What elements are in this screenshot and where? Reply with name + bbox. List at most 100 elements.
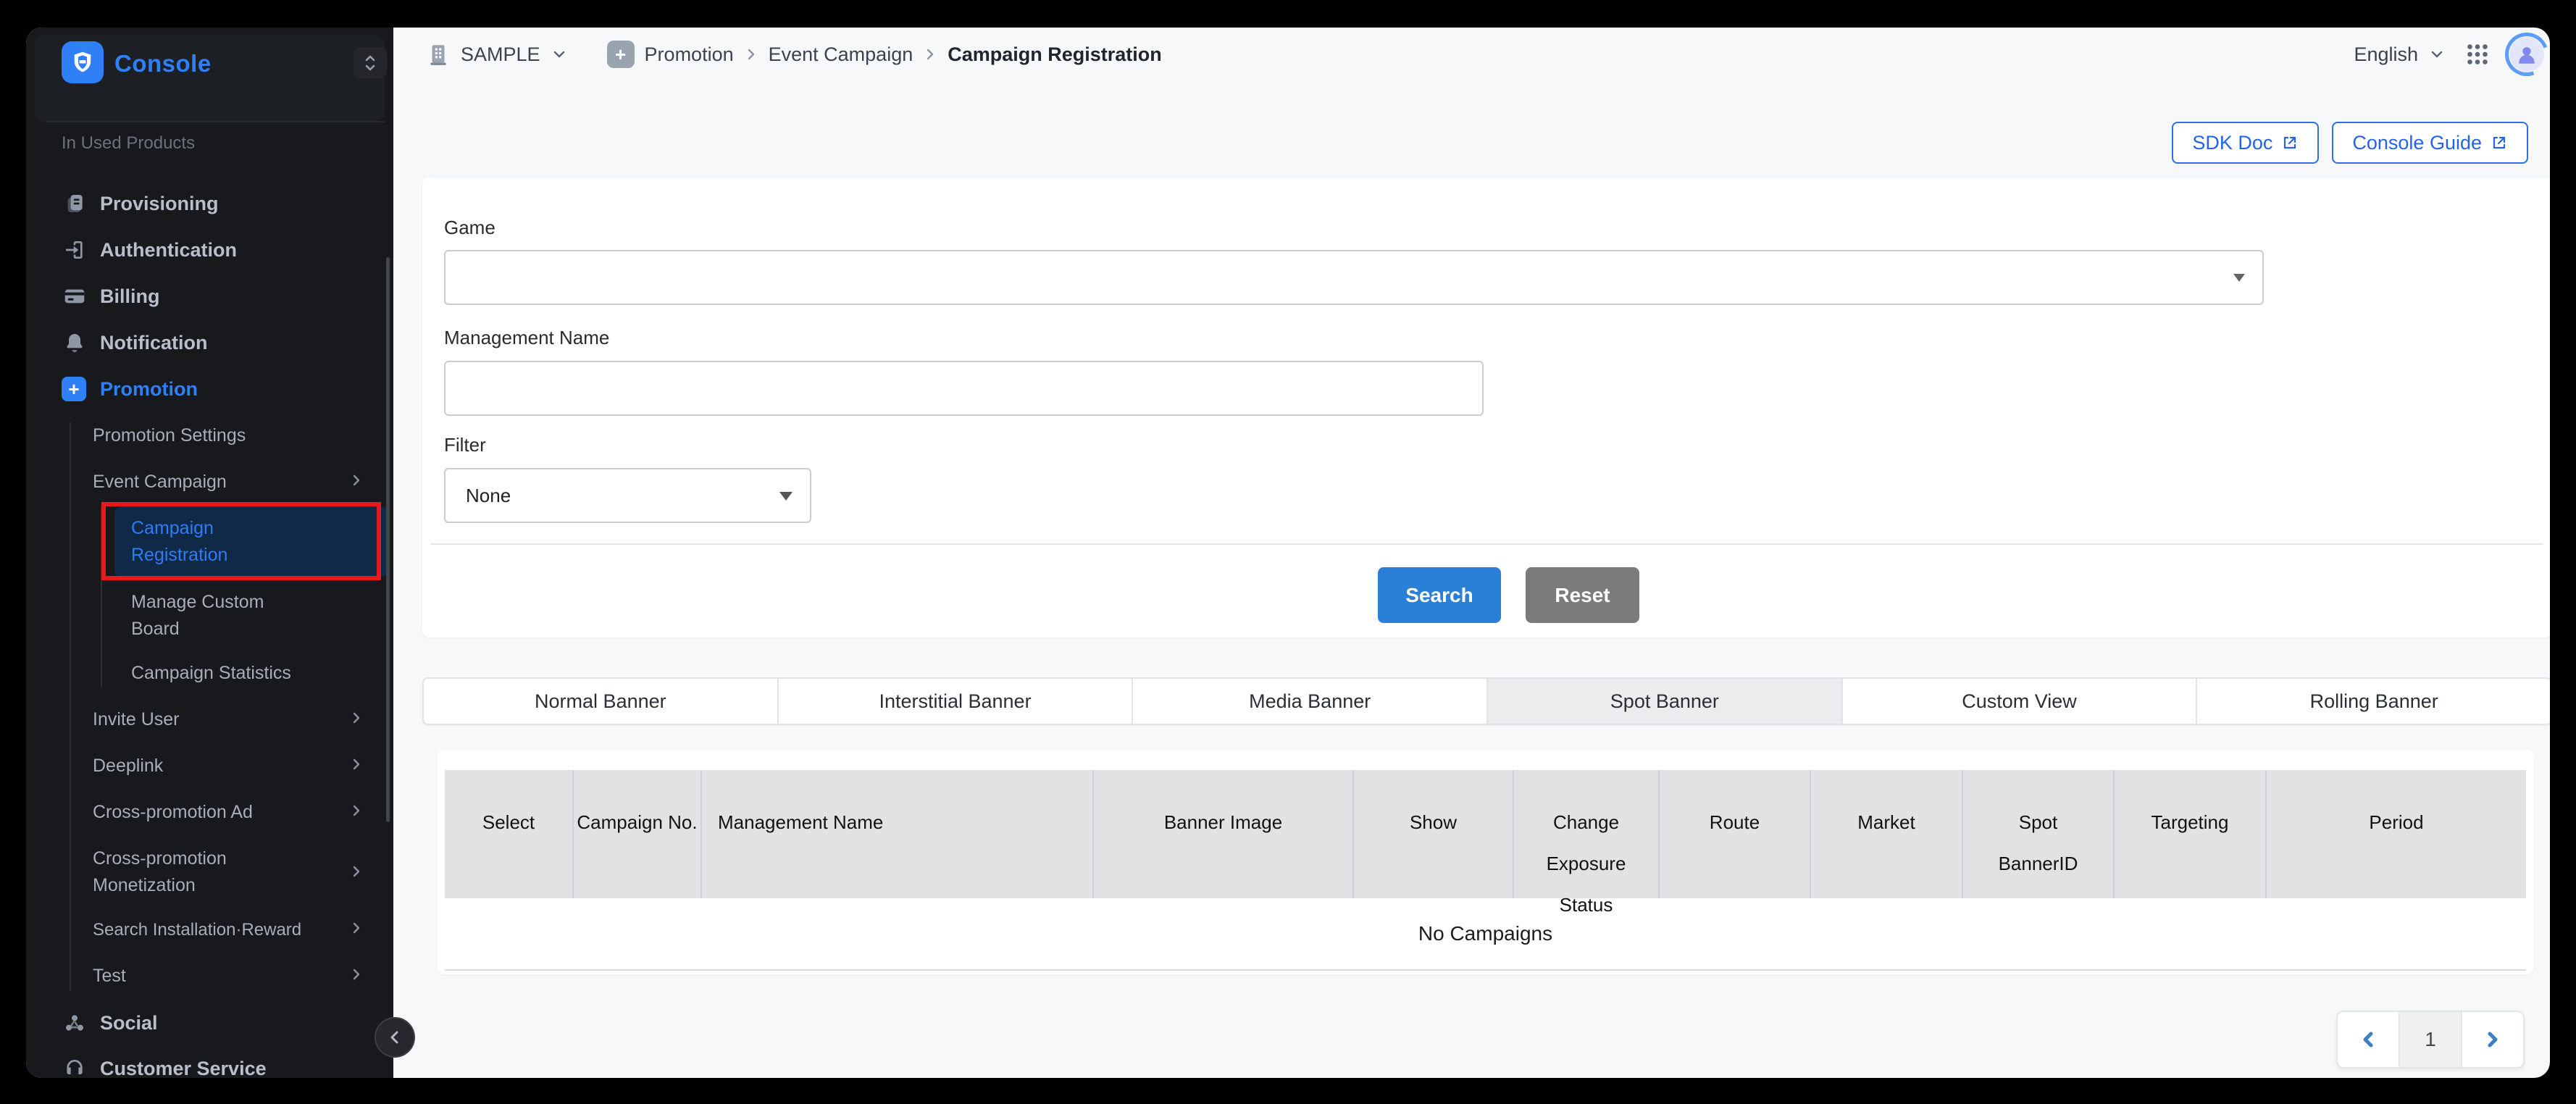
- empty-table-message: No Campaigns: [445, 898, 2526, 971]
- next-page-button[interactable]: [2462, 1012, 2523, 1067]
- sidebar-subitem-manage-custom-board[interactable]: Manage Custom Board: [26, 589, 359, 643]
- column-header-select: Select: [445, 770, 574, 898]
- chevron-right-icon: [923, 46, 937, 63]
- tab-custom-view[interactable]: Custom View: [1843, 679, 2198, 724]
- chevron-right-icon: [2483, 1029, 2502, 1050]
- sidebar-collapse-button[interactable]: [375, 1017, 415, 1058]
- topbar-breadcrumb-area: SAMPLE + Promotion Event Campaign Campai…: [426, 28, 1162, 81]
- sidebar-section-label: In Used Products: [62, 133, 195, 154]
- console-logo-icon[interactable]: [62, 41, 104, 83]
- chevron-right-icon: [350, 756, 363, 777]
- column-header-route: Route: [1660, 770, 1811, 898]
- management-name-input[interactable]: [444, 361, 1484, 416]
- apps-grid-icon[interactable]: [2464, 41, 2491, 67]
- sidebar-item-label: Provisioning: [100, 193, 219, 215]
- filter-selected-value: None: [466, 485, 511, 507]
- table-header-row: Select Campaign No. Management Name Bann…: [445, 770, 2526, 898]
- sidebar-item-authentication[interactable]: Authentication: [26, 227, 393, 273]
- organization-icon: [426, 41, 451, 67]
- search-button[interactable]: Search: [1378, 567, 1501, 623]
- chevron-right-icon: [744, 46, 758, 63]
- caret-down-icon: [2233, 274, 2245, 282]
- search-form-card: Game Management Name Filter None Search …: [422, 177, 2550, 637]
- tab-spot-banner[interactable]: Spot Banner: [1488, 679, 1843, 724]
- sidebar-subitem-cross-promotion-monetization[interactable]: Cross-promotion Monetization: [26, 845, 359, 899]
- main-content: SAMPLE + Promotion Event Campaign Campai…: [393, 28, 2550, 1078]
- promotion-breadcrumb-icon: +: [607, 41, 635, 68]
- sidebar-item-label: Billing: [100, 285, 160, 308]
- tab-rolling-banner[interactable]: Rolling Banner: [2197, 679, 2550, 724]
- column-header-management-name: Management Name: [702, 770, 1094, 898]
- subitem-label: Campaign Statistics: [131, 660, 291, 687]
- credit-card-icon: [62, 283, 88, 309]
- subitem-label: Promotion Settings: [93, 422, 246, 449]
- subitem-label: Cross-promotion Monetization: [93, 845, 267, 899]
- chevron-down-icon[interactable]: [551, 46, 568, 63]
- sidebar-subitem-invite-user[interactable]: Invite User: [26, 705, 359, 734]
- game-select[interactable]: [444, 250, 2264, 305]
- tab-interstitial-banner[interactable]: Interstitial Banner: [779, 679, 1134, 724]
- app-window: Console In Used Products Provisioning Au…: [26, 28, 2550, 1078]
- external-link-icon: [2491, 134, 2508, 151]
- sidebar-subitem-promotion-settings[interactable]: Promotion Settings: [26, 421, 359, 450]
- language-selector[interactable]: English: [2354, 43, 2446, 66]
- user-avatar[interactable]: [2509, 37, 2544, 72]
- share-icon: [62, 1010, 88, 1036]
- previous-page-button[interactable]: [2338, 1012, 2399, 1067]
- game-label: Game: [444, 217, 495, 239]
- subitem-label: Cross-promotion Ad: [93, 799, 253, 826]
- sidebar-subitem-cross-promotion-ad[interactable]: Cross-promotion Ad: [26, 798, 359, 827]
- sidebar-subitem-deeplink[interactable]: Deeplink: [26, 751, 359, 780]
- tab-media-banner[interactable]: Media Banner: [1133, 679, 1488, 724]
- campaign-table-card: Select Campaign No. Management Name Bann…: [437, 750, 2534, 974]
- reset-button[interactable]: Reset: [1526, 567, 1639, 623]
- tab-normal-banner[interactable]: Normal Banner: [424, 679, 779, 724]
- login-icon: [62, 237, 88, 263]
- breadcrumb-current: Campaign Registration: [948, 43, 1162, 66]
- column-header-banner-image: Banner Image: [1094, 770, 1354, 898]
- bell-icon: [62, 330, 88, 356]
- headset-icon: [62, 1055, 88, 1078]
- chevron-right-icon: [350, 472, 363, 493]
- document-icon: [62, 191, 88, 217]
- sidebar-subitem-search-installation-reward[interactable]: Search Installation·Reward: [26, 915, 359, 944]
- sdk-doc-label: SDK Doc: [2192, 132, 2272, 154]
- sidebar-expand-icon[interactable]: [354, 47, 387, 78]
- column-header-show: Show: [1354, 770, 1514, 898]
- chevron-right-icon: [350, 802, 363, 823]
- sidebar-scrollbar[interactable]: [386, 257, 390, 822]
- breadcrumb-middle[interactable]: Event Campaign: [769, 43, 913, 66]
- sdk-doc-button[interactable]: SDK Doc: [2172, 122, 2319, 164]
- sidebar-item-notification[interactable]: Notification: [26, 319, 393, 366]
- filter-select[interactable]: None: [444, 468, 811, 523]
- sidebar-subitem-test[interactable]: Test: [26, 961, 359, 990]
- sidebar-item-promotion[interactable]: + Promotion: [26, 366, 393, 412]
- sidebar-subitem-campaign-statistics[interactable]: Campaign Statistics: [26, 658, 359, 687]
- promotion-plus-icon: +: [62, 377, 86, 401]
- sidebar-item-billing[interactable]: Billing: [26, 273, 393, 319]
- chevron-right-icon: [350, 966, 363, 987]
- column-header-period: Period: [2267, 770, 2526, 898]
- column-header-market: Market: [1811, 770, 1963, 898]
- chevron-right-icon: [350, 919, 363, 940]
- sidebar-item-provisioning[interactable]: Provisioning: [26, 180, 393, 227]
- sidebar-divider: [46, 121, 385, 122]
- sidebar-item-social[interactable]: Social: [26, 1000, 393, 1046]
- sidebar-item-label: Promotion: [100, 378, 198, 401]
- filter-label: Filter: [444, 434, 486, 456]
- sidebar: Console In Used Products Provisioning Au…: [26, 28, 393, 1078]
- external-link-icon: [2281, 134, 2299, 151]
- sidebar-item-label: Customer Service: [100, 1058, 267, 1079]
- console-guide-button[interactable]: Console Guide: [2332, 122, 2528, 164]
- caret-down-icon: [779, 492, 793, 501]
- sidebar-item-customer-service[interactable]: Customer Service: [26, 1045, 393, 1078]
- sidebar-subitem-campaign-registration[interactable]: Campaign Registration: [131, 515, 290, 569]
- current-page-indicator[interactable]: 1: [2399, 1012, 2462, 1067]
- sidebar-subitem-event-campaign[interactable]: Event Campaign: [26, 467, 359, 496]
- sidebar-item-label: Authentication: [100, 239, 237, 262]
- chevron-right-icon: [350, 863, 363, 884]
- breadcrumb-root[interactable]: Promotion: [645, 43, 734, 66]
- doc-buttons-row: SDK Doc Console Guide: [2172, 122, 2528, 164]
- project-selector[interactable]: SAMPLE: [461, 43, 540, 66]
- banner-tabs: Normal Banner Interstitial Banner Media …: [422, 677, 2550, 725]
